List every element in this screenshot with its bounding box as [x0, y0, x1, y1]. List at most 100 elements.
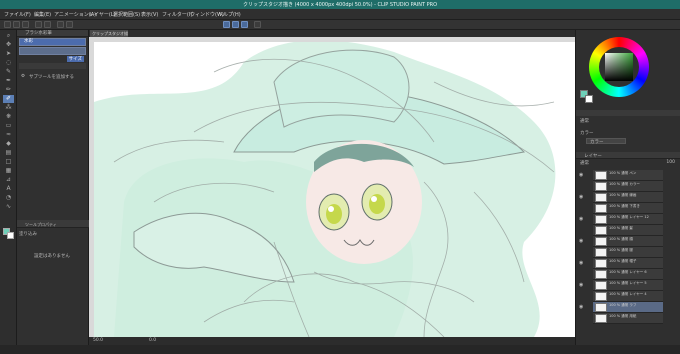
- new-file-button[interactable]: [4, 21, 11, 28]
- snap-ruler-button[interactable]: [223, 21, 230, 28]
- eyedropper-icon[interactable]: ✎: [3, 68, 14, 76]
- airbrush-icon[interactable]: ⁂: [3, 104, 14, 112]
- layer-name: 100 % 通常 レイヤー 5: [609, 281, 647, 285]
- layer-mode-row: 通常 100: [578, 160, 679, 166]
- redo-button[interactable]: [44, 21, 51, 28]
- visibility-eye-icon[interactable]: ◉: [579, 283, 585, 288]
- layer-row[interactable]: 100 % 通常 顔: [593, 236, 663, 247]
- eraser-icon[interactable]: ▭: [3, 122, 14, 130]
- layer-thumbnail: [595, 182, 607, 191]
- color-label: カラー: [580, 131, 594, 136]
- color-dropdown-value: カラー: [590, 140, 604, 145]
- property-header: [576, 110, 680, 116]
- menu-help[interactable]: ヘルプ(H): [218, 11, 241, 18]
- color-wheel[interactable]: [589, 37, 649, 97]
- zoom-icon[interactable]: ⌕: [3, 32, 14, 40]
- add-sub-tool-row[interactable]: ⚙ サブツールを追加する: [19, 73, 86, 81]
- layer-row[interactable]: 100 % 通常 下書き: [593, 203, 663, 214]
- menu-bar: ファイル(F) 編集(E) アニメーション(A) レイヤー(L) 選択範囲(S)…: [0, 9, 680, 20]
- menu-layer[interactable]: レイヤー(L): [89, 11, 116, 18]
- canvas-tab[interactable]: クリップスタジオ描き*: [90, 30, 128, 43]
- menu-file[interactable]: ファイル(F): [4, 11, 31, 18]
- layer-row[interactable]: 100 % 通常 帽子: [593, 258, 663, 269]
- pencil-icon[interactable]: ✏: [3, 86, 14, 94]
- menu-view[interactable]: 表示(V): [141, 11, 158, 18]
- blend-mode[interactable]: 通常: [580, 118, 589, 124]
- angle-readout[interactable]: 0.0: [149, 338, 156, 343]
- sub-color-indicator[interactable]: [585, 95, 593, 103]
- operation-icon[interactable]: ➤: [3, 50, 14, 58]
- layer-row[interactable]: 100 % 通常 線画: [593, 192, 663, 203]
- snap-grid-button[interactable]: [241, 21, 248, 28]
- size-row: サイズ: [19, 56, 86, 62]
- save-button[interactable]: [22, 21, 29, 28]
- tool-property-header: ツールプロパティ: [17, 220, 89, 228]
- visibility-eye-icon[interactable]: ◉: [579, 305, 585, 310]
- snap-special-ruler-button[interactable]: [232, 21, 239, 28]
- layer-row[interactable]: 100 % 通常 服: [593, 247, 663, 258]
- visibility-eye-icon[interactable]: ◉: [579, 261, 585, 266]
- undo-button[interactable]: [35, 21, 42, 28]
- balloon-icon[interactable]: ◔: [3, 194, 14, 202]
- color-dropdown[interactable]: カラー: [586, 138, 626, 145]
- lasso-icon[interactable]: ◌: [3, 59, 14, 67]
- sub-tool-panel: ブラシ水彩筆 水彩 サイズ ⚙ サブツールを追加する ツールプロパティ 塗り込み…: [17, 30, 89, 345]
- visibility-eye-icon[interactable]: ◉: [579, 239, 585, 244]
- size-label[interactable]: サイズ: [66, 56, 84, 62]
- figure-icon[interactable]: □: [3, 158, 14, 166]
- layer-thumbnail: [595, 303, 607, 312]
- move-icon[interactable]: ✥: [3, 41, 14, 49]
- layer-row[interactable]: 100 % 通常 カラー: [593, 181, 663, 192]
- layer-thumbnail: [595, 281, 607, 290]
- ruler-icon[interactable]: ⊿: [3, 176, 14, 184]
- menu-edit[interactable]: 編集(E): [34, 11, 51, 18]
- text-icon[interactable]: A: [3, 185, 14, 193]
- layer-row[interactable]: 100 % 通常 レイヤー 12: [593, 214, 663, 225]
- layer-row[interactable]: 100 % 通常 レイヤー 4: [593, 291, 663, 302]
- layer-row-selected[interactable]: 100 % 通常 ラフ: [593, 302, 663, 313]
- pen-icon[interactable]: ✒: [3, 77, 14, 85]
- correct-line-icon[interactable]: ∿: [3, 203, 14, 211]
- visibility-eye-icon[interactable]: ◉: [579, 173, 585, 178]
- gradient-icon[interactable]: ▤: [3, 149, 14, 157]
- layer-name: 100 % 通常 ペン: [609, 171, 637, 175]
- layer-row[interactable]: 100 % 通常 髪: [593, 225, 663, 236]
- visibility-eye-icon[interactable]: ◉: [579, 195, 585, 200]
- antialias-button[interactable]: [254, 21, 261, 28]
- tool-property-message: 設定はありません: [34, 254, 70, 259]
- layer-name: 100 % 通常 レイヤー 12: [609, 215, 649, 219]
- transform-button[interactable]: [66, 21, 73, 28]
- canvas-tab-bar: クリップスタジオ描き*: [89, 30, 575, 43]
- layer-thumbnail: [595, 237, 607, 246]
- layer-thumbnail: [595, 259, 607, 268]
- color-saturation-square[interactable]: [605, 53, 633, 81]
- sub-tool-empty: [19, 63, 86, 69]
- layer-row[interactable]: 100 % 通常 レイヤー 6: [593, 269, 663, 280]
- tool-property-sub: 塗り込み: [19, 232, 37, 237]
- fill-icon[interactable]: ◆: [3, 140, 14, 148]
- layer-row[interactable]: 100 % 通常 レイヤー 5: [593, 280, 663, 291]
- layer-panel-header: レイヤー: [576, 152, 680, 159]
- layer-thumbnail: [595, 292, 607, 301]
- sub-color-swatch[interactable]: [7, 232, 14, 239]
- layer-row[interactable]: 100 % 通常 ペン: [593, 170, 663, 181]
- menu-select[interactable]: 選択範囲(S): [113, 11, 140, 18]
- layer-blend-mode[interactable]: 通常: [580, 160, 589, 166]
- open-file-button[interactable]: [13, 21, 20, 28]
- zoom-readout[interactable]: 50.0: [93, 338, 103, 343]
- decoration-icon[interactable]: ❋: [3, 113, 14, 121]
- sub-tool-item[interactable]: [19, 47, 86, 55]
- layer-opacity[interactable]: 100: [666, 160, 675, 165]
- visibility-eye-icon[interactable]: ◉: [579, 217, 585, 222]
- frame-icon[interactable]: ▦: [3, 167, 14, 175]
- blend-icon[interactable]: ≈: [3, 131, 14, 139]
- sub-tool-item[interactable]: 水彩: [19, 38, 86, 46]
- canvas-artwork[interactable]: [94, 42, 575, 337]
- layer-row[interactable]: 100 % 通常 用紙: [593, 313, 663, 324]
- layer-name: 100 % 通常 帽子: [609, 259, 637, 263]
- layer-thumbnail: [595, 270, 607, 279]
- clear-button[interactable]: [57, 21, 64, 28]
- layer-name: 100 % 通常 カラー: [609, 182, 640, 186]
- brush-icon[interactable]: ✐: [3, 95, 14, 103]
- menu-filter[interactable]: フィルター(I): [162, 11, 192, 18]
